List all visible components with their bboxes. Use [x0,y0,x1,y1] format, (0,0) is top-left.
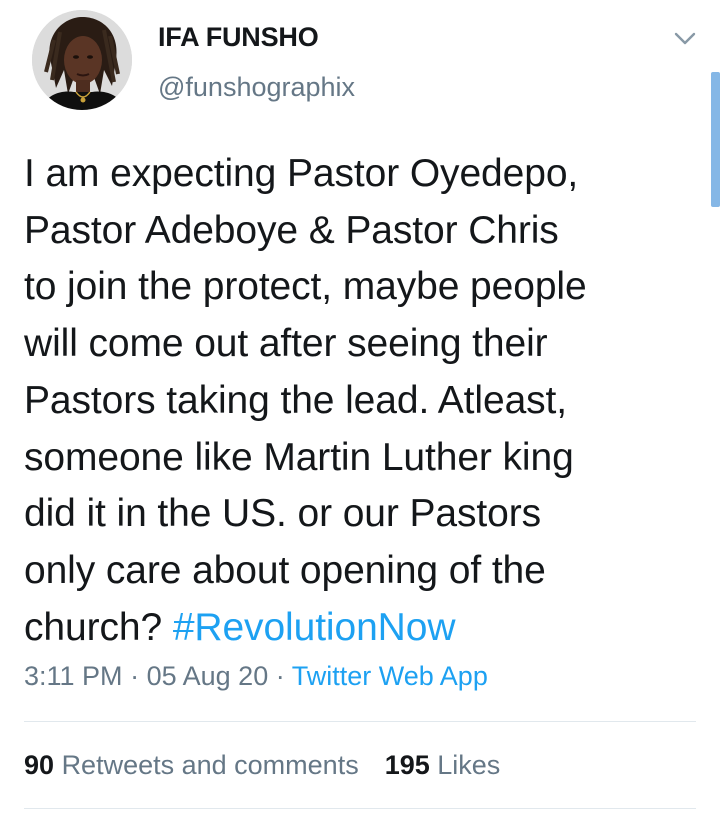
likes-count: 195 [384,750,430,780]
meta-separator: · [130,661,140,691]
avatar[interactable] [32,10,132,110]
chevron-down-icon[interactable] [672,28,698,48]
tweet-text: I am expecting Pastor Oyedepo, Pastor Ad… [24,146,704,656]
divider [24,808,696,809]
divider [24,721,696,722]
author-display-name[interactable]: IFA FUNSHO [158,22,319,53]
tweet-date[interactable]: 05 Aug 20 [147,661,269,691]
hashtag-link[interactable]: #RevolutionNow [173,606,456,649]
tweet-source-link[interactable]: Twitter Web App [292,661,488,691]
likes-label: Likes [437,750,501,780]
tweet-text-line: someone like Martin Luther king [24,435,574,479]
tweet-time[interactable]: 3:11 PM [24,661,123,691]
tweet-meta: 3:11 PM · 05 Aug 20 · Twitter Web App [24,661,488,692]
meta-separator: · [275,661,285,691]
tweet-text-line: Pastors taking the lead. Atleast, [24,378,568,422]
tweet-stats: 90 Retweets and comments 195 Likes [24,750,500,781]
tweet-text-line: I am expecting Pastor Oyedepo, [24,152,579,195]
tweet-detail: IFA FUNSHO @funshographix I am expecting… [0,0,720,813]
tweet-text-line: will come out after seeing their [24,322,548,366]
tweet-text-line: to join the protect, maybe people [24,265,587,309]
tweet-text-line: church? [24,605,163,649]
scrollbar[interactable] [711,72,720,207]
retweets-label: Retweets and comments [61,750,359,780]
author-handle[interactable]: @funshographix [158,72,355,103]
retweets-stat[interactable]: 90 Retweets and comments [24,750,359,780]
tweet-text-line-last: church? #RevolutionNow [24,600,704,657]
retweets-count: 90 [24,750,55,780]
tweet-text-line: did it in the US. or our Pastors [24,492,542,536]
likes-stat[interactable]: 195 Likes [385,750,501,780]
tweet-text-line: Pastor Adeboye & Pastor Chris [24,208,559,252]
tweet-text-line: only care about opening of the [24,548,546,592]
